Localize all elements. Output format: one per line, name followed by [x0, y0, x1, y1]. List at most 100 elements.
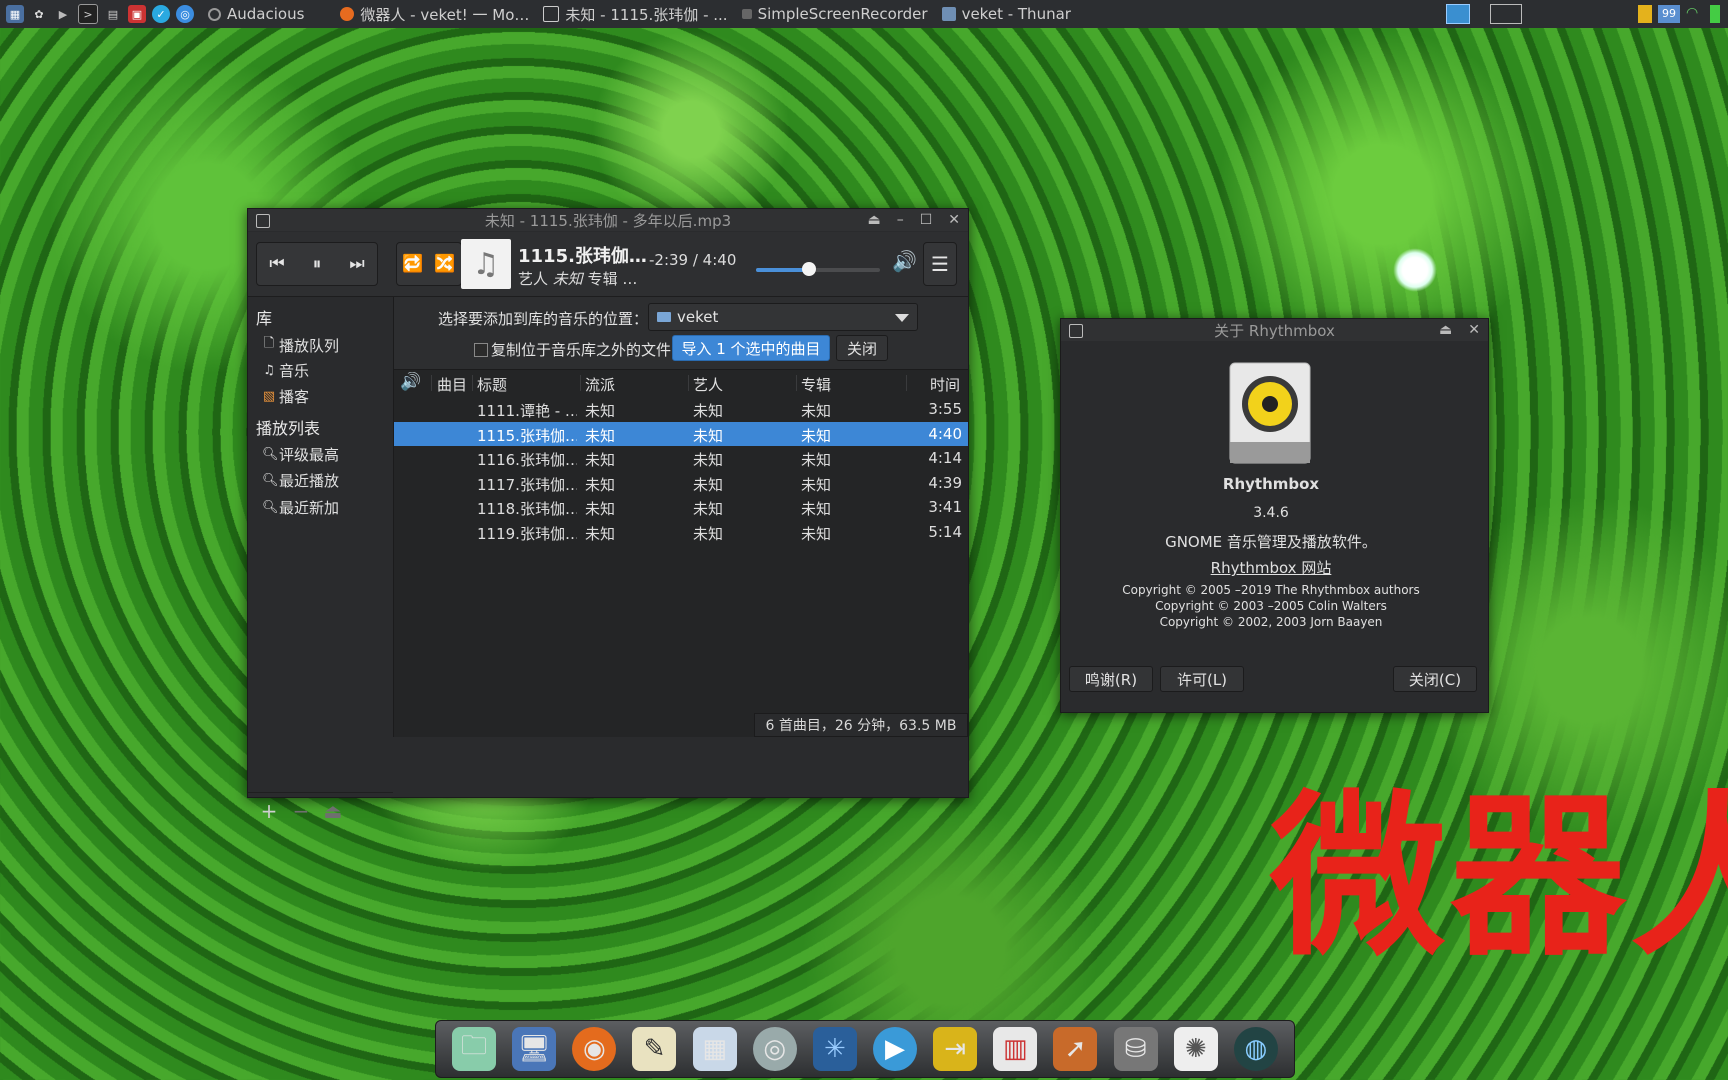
sidebar-item-queue[interactable]: 🗋 播放队列: [262, 334, 339, 356]
task-thunar[interactable]: veket - Thunar: [941, 5, 1071, 23]
remove-icon[interactable]: −: [290, 799, 312, 823]
network-icon[interactable]: ✳: [812, 1027, 857, 1071]
battery-level-icon[interactable]: [1710, 5, 1720, 23]
table-row[interactable]: 1116.张玮伽… 未知 未知 未知 4:14: [394, 446, 968, 470]
shade-icon[interactable]: ⏏: [1439, 322, 1452, 338]
pause-icon: ⏸: [312, 254, 322, 274]
task-screen-recorder[interactable]: SimpleScreenRecorder: [741, 5, 928, 23]
desktop-switcher-icon[interactable]: [1446, 4, 1470, 24]
play-icon[interactable]: ▶: [873, 1027, 918, 1071]
track-table-header: 🔊 曲目 标题 流派 艺人 专辑 时间: [394, 370, 968, 396]
table-row[interactable]: 1119.张玮伽… 未知 未知 未知 5:14: [394, 520, 968, 544]
now-playing-meta: 艺人 未知 专辑 …: [518, 268, 637, 289]
computer-icon[interactable]: 🖥: [512, 1027, 557, 1071]
cell-time: 4:39: [928, 473, 962, 492]
sidebar-item-label: 音乐: [279, 362, 310, 380]
task-rhythmbox[interactable]: 未知 - 1115.张玮伽 - ...: [543, 4, 728, 25]
import-selected-button[interactable]: 导入 1 个选中的曲目: [672, 335, 830, 361]
task-audacious[interactable]: Audacious: [208, 5, 304, 23]
shuffle-button[interactable]: 🔀: [429, 243, 461, 285]
app-menu-button[interactable]: ☰: [923, 242, 957, 286]
close-icon[interactable]: ✕: [1468, 322, 1480, 338]
sidebar-item-recently-added[interactable]: 🔍︎ 最近新加: [262, 497, 339, 518]
pause-button[interactable]: ⏸: [297, 243, 337, 285]
sidebar-item-music[interactable]: ♫ 音乐: [262, 360, 309, 381]
task-label: SimpleScreenRecorder: [757, 5, 928, 23]
rocket-icon[interactable]: ➚: [1053, 1027, 1098, 1071]
volume-button[interactable]: 🔊: [892, 249, 917, 273]
printer-icon[interactable]: ▤: [104, 5, 122, 23]
folder-icon: [657, 312, 671, 322]
import-location-select[interactable]: veket: [648, 303, 918, 331]
sidebar-item-podcasts[interactable]: ▧ 播客: [262, 386, 309, 407]
window-titlebar[interactable]: 未知 - 1115.张玮伽 - 多年以后.mp3 ⏏ – ☐ ✕: [248, 209, 968, 231]
document-icon: 🗋: [263, 336, 275, 351]
column-genre[interactable]: 流派: [585, 374, 615, 395]
drive-icon[interactable]: ⛁: [1113, 1027, 1158, 1071]
cell-time: 4:40: [928, 424, 962, 443]
maximize-icon[interactable]: ☐: [920, 212, 933, 228]
table-row[interactable]: 1118.张玮伽… 未知 未知 未知 3:41: [394, 495, 968, 519]
table-row[interactable]: 1111.谭艳 - … 未知 未知 未知 3:55: [394, 397, 968, 421]
settings-icon[interactable]: ✿: [30, 5, 48, 23]
app-icon: [256, 214, 270, 228]
column-album[interactable]: 专辑: [801, 374, 831, 395]
terminal-icon[interactable]: >: [78, 4, 98, 24]
cell-time: 3:55: [928, 400, 962, 418]
menu-icon[interactable]: ▦: [6, 5, 24, 23]
wifi-icon[interactable]: ◠: [1686, 5, 1704, 23]
credits-button[interactable]: 鸣谢(R): [1069, 666, 1153, 692]
table-row[interactable]: 1117.张玮伽… 未知 未知 未知 4:39: [394, 471, 968, 495]
close-icon[interactable]: ✕: [948, 212, 960, 228]
speaker-icon[interactable]: 🔊: [400, 372, 421, 392]
shade-icon[interactable]: ⏏: [867, 212, 880, 228]
progress-slider[interactable]: [756, 262, 880, 276]
now-playing-title: 1115.张玮伽…: [518, 246, 647, 267]
eject-icon[interactable]: ⏏: [322, 799, 344, 823]
check-icon[interactable]: ✓: [152, 5, 170, 23]
about-titlebar[interactable]: 关于 Rhythmbox ⏏ ✕: [1061, 319, 1488, 341]
files-icon[interactable]: 🗀: [452, 1027, 497, 1071]
about-website-link[interactable]: Rhythmbox 网站: [1211, 559, 1332, 577]
cell-album: 未知: [801, 524, 832, 543]
input-method-icon[interactable]: [1638, 5, 1652, 23]
checkbox-box[interactable]: [474, 342, 488, 357]
artist-value: 未知: [552, 270, 583, 288]
copy-files-checkbox[interactable]: 复制位于音乐库之外的文件: [474, 339, 671, 360]
image-viewer-icon[interactable]: ▦: [692, 1027, 737, 1071]
column-title[interactable]: 标题: [477, 374, 507, 395]
sidebar-item-recently-played[interactable]: 🔍︎ 最近播放: [262, 470, 339, 491]
close-import-button[interactable]: 关闭: [836, 335, 888, 361]
globe-icon[interactable]: ◍: [1233, 1027, 1278, 1071]
chart-icon[interactable]: ▥: [993, 1027, 1038, 1071]
task-firefox[interactable]: 微器人 - veket! 一 Mo…: [340, 4, 529, 25]
add-icon[interactable]: +: [258, 799, 280, 823]
column-time[interactable]: 时间: [930, 374, 960, 395]
column-track[interactable]: 曲目: [437, 374, 467, 395]
album-label: 专辑: [587, 270, 618, 288]
previous-button[interactable]: ⏮: [257, 243, 297, 285]
battery-icon[interactable]: 99: [1658, 5, 1680, 23]
progress-knob[interactable]: [802, 262, 817, 276]
firefox-icon[interactable]: ◉: [572, 1027, 617, 1071]
about-website-row: Rhythmbox 网站: [1061, 557, 1481, 578]
table-row[interactable]: 1115.张玮伽… 未知 未知 未知 4:40: [394, 421, 968, 446]
text-editor-icon[interactable]: ✎: [632, 1027, 677, 1071]
column-artist[interactable]: 艺人: [693, 374, 723, 395]
cell-time: 4:14: [928, 449, 962, 467]
settings-gear-icon[interactable]: ✺: [1173, 1027, 1218, 1071]
minimize-icon[interactable]: –: [897, 212, 904, 228]
license-button[interactable]: 许可(L): [1160, 666, 1244, 692]
next-button[interactable]: ⏭: [337, 243, 377, 285]
workspace-icon[interactable]: [1490, 4, 1522, 24]
media-player-icon[interactable]: ▶: [54, 5, 72, 23]
browser-icon[interactable]: ◎: [176, 5, 194, 23]
about-close-button[interactable]: 关闭(C): [1393, 666, 1477, 692]
exit-icon[interactable]: ⇥: [933, 1027, 978, 1071]
album-art: ♫: [461, 239, 511, 289]
screenshot-icon[interactable]: ▣: [128, 5, 146, 23]
repeat-button[interactable]: 🔁: [397, 243, 429, 285]
sidebar-item-label: 最近新加: [279, 499, 340, 517]
sidebar-item-top-rated[interactable]: 🔍︎ 评级最高: [262, 444, 339, 465]
disc-icon[interactable]: ◎: [752, 1027, 797, 1071]
